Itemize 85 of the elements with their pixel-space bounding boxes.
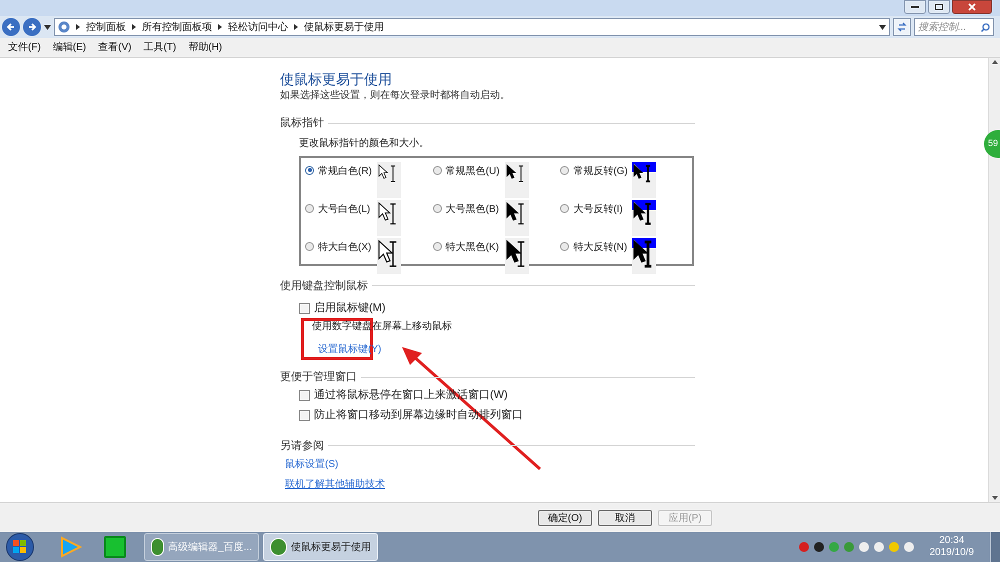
- menu-item[interactable]: 工具(T): [143, 40, 176, 55]
- pointer-preview-icon: [632, 238, 656, 274]
- radio-button[interactable]: [560, 166, 570, 174]
- breadcrumb[interactable]: 控制面板: [86, 20, 126, 34]
- chevron-icon: [218, 24, 222, 30]
- back-button[interactable]: [2, 18, 20, 36]
- section-heading: 另请参阅: [280, 438, 324, 454]
- pointer-preview-icon: [632, 200, 656, 236]
- section-heading: 鼠标指针: [280, 116, 324, 131]
- start-button[interactable]: [6, 533, 34, 561]
- back-arrow-icon: [6, 22, 16, 32]
- menu-item[interactable]: 文件(F): [8, 40, 41, 55]
- breadcrumb[interactable]: 轻松访问中心: [228, 20, 288, 34]
- radio-button[interactable]: [560, 204, 570, 212]
- restore-button[interactable]: [928, 0, 950, 14]
- app-icon: [270, 538, 287, 556]
- pointer-preview-icon: [632, 162, 656, 198]
- search-icon: [981, 22, 990, 32]
- radio-button[interactable]: [432, 166, 442, 174]
- clock-date: 2019/10/9: [930, 547, 974, 559]
- pointer-preview-icon: [504, 162, 529, 198]
- radio-label: 特大反转(N): [573, 240, 628, 254]
- control-panel-icon: [58, 21, 70, 33]
- floating-badge: 59: [984, 130, 1000, 158]
- page-subtitle: 如果选择这些设置，则在每次登录时都将自动启动。: [280, 88, 511, 103]
- taskbar-task[interactable]: 使鼠标更易于使用: [263, 533, 378, 561]
- checkbox[interactable]: [299, 410, 310, 421]
- app-icon: [151, 538, 164, 556]
- forward-button[interactable]: [23, 18, 41, 36]
- scrollbar[interactable]: [988, 58, 1000, 502]
- dialog-button[interactable]: 确定(O): [538, 510, 592, 526]
- radio-label: 特大黑色(K): [446, 240, 500, 254]
- section-heading: 使用键盘控制鼠标: [280, 278, 368, 294]
- pointer-preview-icon: [377, 200, 401, 236]
- radio-button[interactable]: [305, 242, 314, 250]
- link[interactable]: 联机了解其他辅助技术: [285, 477, 385, 492]
- close-icon: [968, 3, 976, 11]
- pointer-preview-icon: [504, 238, 529, 274]
- windows-logo-icon: [13, 540, 27, 554]
- breadcrumb[interactable]: 使鼠标更易于使用: [304, 20, 384, 34]
- radio-label: 常规黑色(U): [446, 164, 501, 178]
- radio-label: 常规白色(R): [318, 164, 373, 178]
- chevron-icon: [76, 24, 80, 30]
- radio-button[interactable]: [432, 242, 442, 250]
- radio-label: 大号黑色(B): [446, 202, 500, 216]
- radio-button[interactable]: [305, 204, 314, 212]
- checkbox[interactable]: [299, 390, 310, 401]
- radio-label: 大号反转(I): [573, 202, 624, 216]
- scroll-up-icon[interactable]: [992, 60, 998, 64]
- dropdown-caret-icon[interactable]: [44, 24, 51, 30]
- address-field[interactable]: 控制面板 所有控制面板项 轻松访问中心 使鼠标更易于使用: [54, 18, 890, 36]
- checkbox[interactable]: [299, 302, 310, 314]
- forward-arrow-icon: [27, 22, 37, 32]
- link[interactable]: 鼠标设置(S): [285, 457, 338, 472]
- minimize-button[interactable]: [904, 0, 926, 14]
- pointer-preview-icon: [504, 200, 529, 236]
- menu-item[interactable]: 编辑(E): [52, 40, 86, 55]
- radio-button[interactable]: [560, 242, 570, 250]
- radio-button[interactable]: [432, 204, 442, 212]
- chevron-icon: [132, 24, 136, 30]
- app-icon[interactable]: [104, 536, 126, 558]
- close-button[interactable]: [952, 0, 992, 14]
- menu-item[interactable]: 帮助(H): [188, 40, 222, 55]
- clock-time: 20:34: [939, 535, 964, 547]
- search-field[interactable]: 搜索控制...: [914, 18, 994, 36]
- page-title: 使鼠标更易于使用: [280, 70, 393, 88]
- radio-label: 特大白色(X): [318, 240, 372, 254]
- pointer-preview-icon: [377, 162, 401, 198]
- breadcrumb[interactable]: 所有控制面板项: [142, 20, 212, 34]
- refresh-button[interactable]: [893, 18, 911, 36]
- menu-item[interactable]: 查看(V): [98, 40, 132, 55]
- show-desktop-button[interactable]: [990, 532, 1000, 562]
- chevron-icon: [294, 24, 298, 30]
- radio-label: 常规反转(G): [573, 164, 628, 178]
- checkbox-label: 启用鼠标键(M): [314, 300, 386, 316]
- radio-label: 大号白色(L): [318, 202, 372, 216]
- section-heading: 更便于管理窗口: [280, 370, 357, 385]
- section-description: 更改鼠标指针的颜色和大小。: [299, 136, 430, 150]
- pointer-preview-icon: [377, 238, 401, 274]
- dialog-button[interactable]: 取消: [598, 510, 652, 526]
- radio-button[interactable]: [305, 166, 314, 174]
- play-icon[interactable]: [58, 536, 82, 558]
- dropdown-caret-icon[interactable]: [879, 24, 886, 30]
- refresh-icon: [897, 22, 907, 32]
- scroll-down-icon[interactable]: [992, 496, 998, 500]
